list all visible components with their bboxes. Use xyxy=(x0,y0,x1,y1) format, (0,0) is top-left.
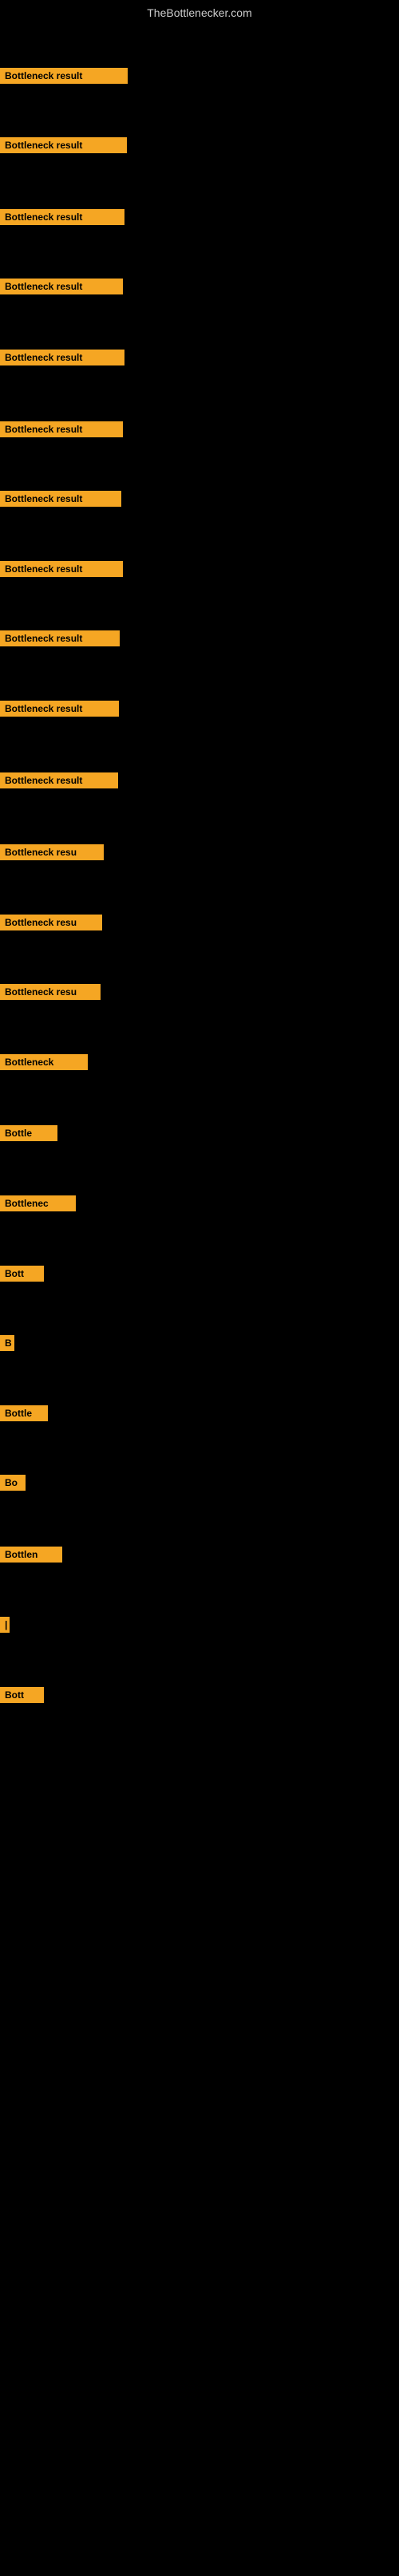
site-title: TheBottlenecker.com xyxy=(0,0,399,22)
bottleneck-bar-20: Bottle xyxy=(0,1405,48,1421)
bottleneck-bar-24: Bott xyxy=(0,1687,44,1703)
bottleneck-bar-13: Bottleneck resu xyxy=(0,915,102,930)
bottleneck-bar-23: | xyxy=(0,1617,10,1633)
bottleneck-bar-19: B xyxy=(0,1335,14,1351)
bottleneck-bar-9: Bottleneck result xyxy=(0,630,120,646)
bottleneck-bar-11: Bottleneck result xyxy=(0,772,118,788)
bottleneck-bar-7: Bottleneck result xyxy=(0,491,121,507)
bottleneck-bar-3: Bottleneck result xyxy=(0,209,124,225)
bottleneck-bar-14: Bottleneck resu xyxy=(0,984,101,1000)
bottleneck-bar-16: Bottle xyxy=(0,1125,57,1141)
bottleneck-bar-5: Bottleneck result xyxy=(0,350,124,365)
bottleneck-bar-8: Bottleneck result xyxy=(0,561,123,577)
bottleneck-bar-22: Bottlen xyxy=(0,1547,62,1563)
bottleneck-bar-21: Bo xyxy=(0,1475,26,1491)
bottleneck-bar-18: Bott xyxy=(0,1266,44,1282)
bottleneck-bar-2: Bottleneck result xyxy=(0,137,127,153)
bottleneck-bar-6: Bottleneck result xyxy=(0,421,123,437)
bottleneck-bar-12: Bottleneck resu xyxy=(0,844,104,860)
bottleneck-bar-1: Bottleneck result xyxy=(0,68,128,84)
bottleneck-bar-4: Bottleneck result xyxy=(0,279,123,294)
bottleneck-bar-15: Bottleneck xyxy=(0,1054,88,1070)
bottleneck-bar-17: Bottlenec xyxy=(0,1195,76,1211)
bottleneck-bar-10: Bottleneck result xyxy=(0,701,119,717)
